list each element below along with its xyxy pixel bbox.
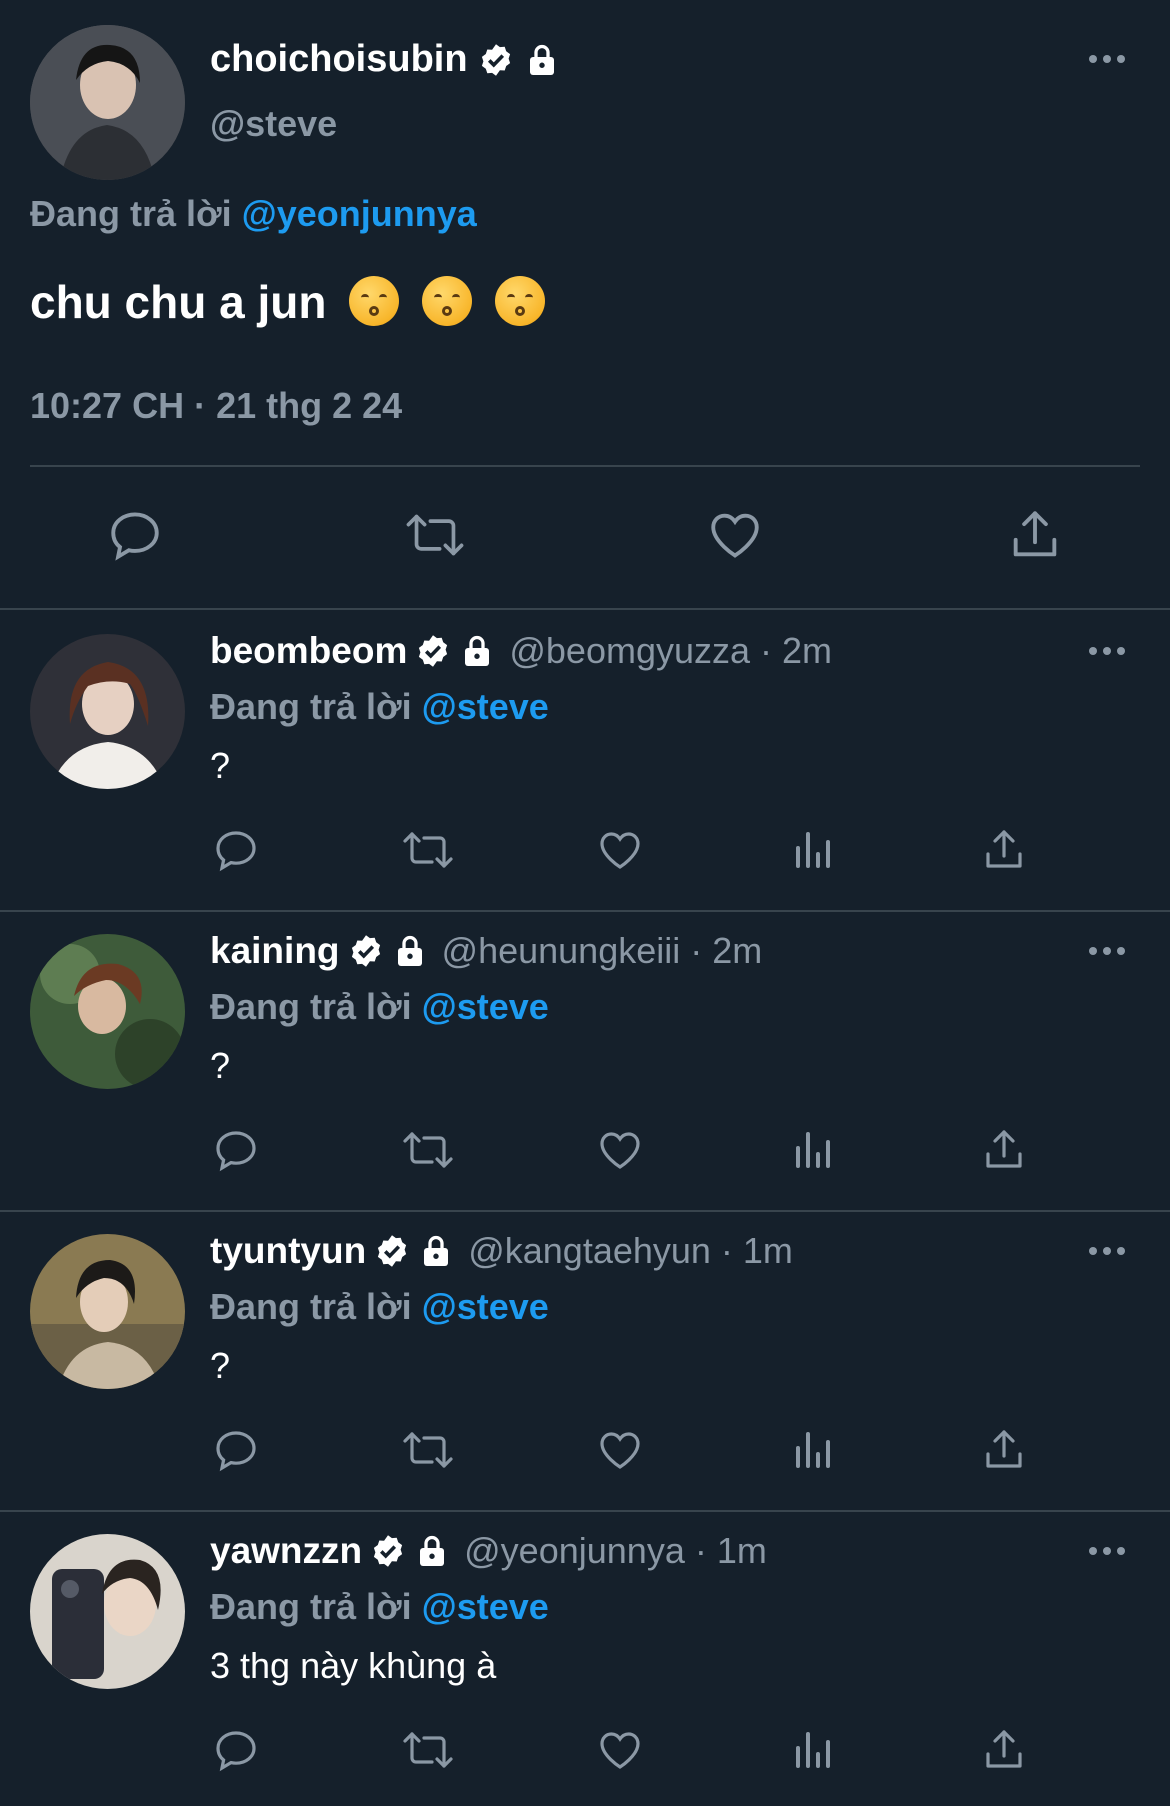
replying-to-line: Đang trả lời @steve — [210, 1586, 549, 1628]
share-icon[interactable] — [1005, 505, 1065, 565]
reply-tweet: yawnzzn @yeonjunnya · 1m Đang trả lời @s… — [0, 1512, 1170, 1806]
retweet-icon[interactable] — [400, 822, 456, 878]
replying-to-line: Đang trả lời @yeonjunnya — [30, 193, 477, 235]
replying-prefix: Đang trả lời — [30, 193, 232, 234]
retweet-icon[interactable] — [405, 505, 465, 565]
verified-badge-icon — [415, 633, 451, 669]
kissing-face-emoji — [422, 276, 473, 326]
more-icon[interactable] — [1089, 647, 1125, 655]
lock-icon — [524, 42, 560, 78]
reply-tweet: tyuntyun @kangtaehyun · 1m Đang trả lời … — [0, 1212, 1170, 1512]
avatar[interactable] — [30, 1234, 185, 1389]
analytics-icon[interactable] — [784, 1722, 840, 1778]
share-icon[interactable] — [976, 1722, 1032, 1778]
author-name[interactable]: beombeom — [210, 630, 407, 672]
author-handle[interactable]: @steve — [210, 103, 337, 145]
tweet-text: ? — [210, 1045, 231, 1086]
heart-icon[interactable] — [592, 1122, 648, 1178]
more-icon[interactable] — [1089, 1547, 1125, 1555]
reply-icon[interactable] — [208, 1722, 264, 1778]
share-icon[interactable] — [976, 822, 1032, 878]
author-name[interactable]: choichoisubin — [210, 38, 468, 81]
replying-to-line: Đang trả lời @steve — [210, 1286, 549, 1328]
avatar[interactable] — [30, 634, 185, 789]
tweet-text: 3 thg này khùng à — [210, 1645, 497, 1686]
kissing-face-emoji — [349, 276, 400, 326]
reply-tweet: kaining @heunungkeiii · 2m Đang trả lời … — [0, 912, 1170, 1212]
share-icon[interactable] — [976, 1122, 1032, 1178]
tweet-text: ? — [210, 745, 231, 786]
replying-to-line: Đang trả lời @steve — [210, 986, 549, 1028]
reply-icon[interactable] — [208, 822, 264, 878]
replying-prefix: Đang trả lời — [210, 986, 412, 1027]
author-handle[interactable]: @heunungkeiii · 2m — [442, 930, 763, 972]
author-name[interactable]: yawnzzn — [210, 1530, 362, 1572]
lock-icon — [392, 933, 428, 969]
heart-icon[interactable] — [592, 1422, 648, 1478]
lock-icon — [418, 1233, 454, 1269]
reply-tweet: beombeom @beomgyuzza · 2m Đang trả lời @… — [0, 612, 1170, 912]
heart-icon[interactable] — [592, 1722, 648, 1778]
lock-icon — [459, 633, 495, 669]
share-icon[interactable] — [976, 1422, 1032, 1478]
avatar[interactable] — [30, 1534, 185, 1689]
analytics-icon[interactable] — [784, 1422, 840, 1478]
replying-to-link[interactable]: @steve — [422, 986, 549, 1027]
reply-icon[interactable] — [105, 505, 165, 565]
heart-icon[interactable] — [705, 505, 765, 565]
tweet-text-content: chu chu a jun — [30, 276, 327, 328]
more-icon[interactable] — [1089, 55, 1125, 63]
more-icon[interactable] — [1089, 947, 1125, 955]
replying-prefix: Đang trả lời — [210, 1586, 412, 1627]
author-handle[interactable]: @kangtaehyun · 1m — [468, 1230, 793, 1272]
reply-icon[interactable] — [208, 1122, 264, 1178]
action-bar — [0, 505, 1170, 575]
author-handle[interactable]: @beomgyuzza · 2m — [509, 630, 832, 672]
avatar[interactable] — [30, 934, 185, 1089]
verified-badge-icon — [478, 42, 514, 78]
replying-to-line: Đang trả lời @steve — [210, 686, 549, 728]
verified-badge-icon — [348, 933, 384, 969]
more-icon[interactable] — [1089, 1247, 1125, 1255]
lock-icon — [414, 1533, 450, 1569]
heart-icon[interactable] — [592, 822, 648, 878]
replying-to-link[interactable]: @yeonjunnya — [242, 193, 477, 234]
tweet-timestamp[interactable]: 10:27 CH · 21 thg 2 24 — [30, 385, 402, 427]
retweet-icon[interactable] — [400, 1122, 456, 1178]
retweet-icon[interactable] — [400, 1422, 456, 1478]
tweet-text: ? — [210, 1345, 231, 1386]
replying-prefix: Đang trả lời — [210, 686, 412, 727]
replying-to-link[interactable]: @steve — [422, 1586, 549, 1627]
author-name[interactable]: kaining — [210, 930, 340, 972]
replying-to-link[interactable]: @steve — [422, 686, 549, 727]
reply-icon[interactable] — [208, 1422, 264, 1478]
tweet-text: chu chu a jun — [30, 275, 545, 329]
verified-badge-icon — [374, 1233, 410, 1269]
retweet-icon[interactable] — [400, 1722, 456, 1778]
replying-to-link[interactable]: @steve — [422, 1286, 549, 1327]
analytics-icon[interactable] — [784, 822, 840, 878]
analytics-icon[interactable] — [784, 1122, 840, 1178]
avatar[interactable] — [30, 25, 185, 180]
kissing-face-emoji — [494, 276, 545, 326]
author-name[interactable]: tyuntyun — [210, 1230, 366, 1272]
verified-badge-icon — [370, 1533, 406, 1569]
divider — [30, 465, 1140, 467]
main-tweet: choichoisubin @steve Đang trả lời @yeonj… — [0, 0, 1170, 610]
author-handle[interactable]: @yeonjunnya · 1m — [464, 1530, 767, 1572]
replying-prefix: Đang trả lời — [210, 1286, 412, 1327]
